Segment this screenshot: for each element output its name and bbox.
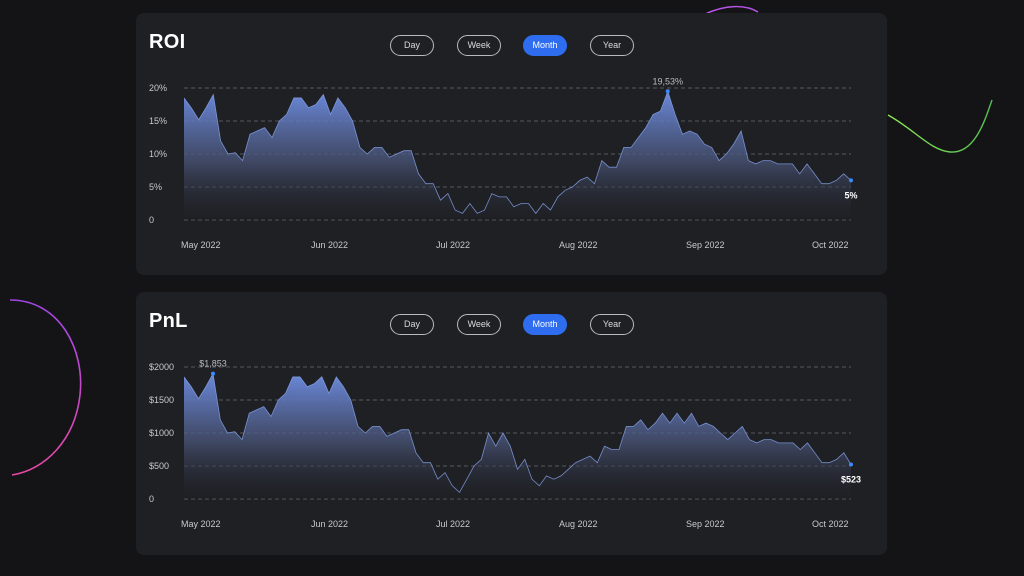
roi-y-tick-label: 15%: [149, 116, 167, 126]
roi-card: ROI Day Week Month Year 0 5% 10% 15% 20% May …: [136, 13, 887, 275]
decor-arc-left: [9, 299, 82, 476]
roi-peak-label: 19,53%: [652, 76, 683, 86]
pnl-y-tick-label: $2000: [149, 362, 174, 372]
roi-area-chart[interactable]: 0 5% 10% 15% 20% May 2022 Jun 2022 Jul 2022 Aug …: [136, 13, 887, 275]
pnl-peak-marker: [211, 371, 215, 376]
pnl-card: PnL Day Week Month Year 0 $500 $1000 $1500 $…: [136, 292, 887, 555]
roi-x-tick-label: Jun 2022: [311, 240, 348, 250]
roi-peak-marker: [665, 89, 670, 94]
decor-wave-right: [887, 99, 993, 153]
roi-x-tick-label: Sep 2022: [686, 240, 725, 250]
pnl-x-tick-label: Sep 2022: [686, 519, 725, 529]
pnl-peak-label: $1,853: [199, 359, 227, 369]
pnl-area: [184, 373, 851, 499]
roi-x-tick-label: May 2022: [181, 240, 221, 250]
roi-x-tick-label: Aug 2022: [559, 240, 598, 250]
pnl-y-tick-label: $500: [149, 461, 169, 471]
pnl-x-tick-label: Aug 2022: [559, 519, 598, 529]
roi-end-marker: [849, 178, 853, 183]
pnl-area-chart[interactable]: 0 $500 $1000 $1500 $2000 May 2022 Jun 2022 Jul …: [136, 292, 887, 555]
roi-y-tick-label: 20%: [149, 83, 167, 93]
roi-y-tick-label: 10%: [149, 149, 167, 159]
pnl-x-tick-label: Jun 2022: [311, 519, 348, 529]
roi-area: [184, 91, 851, 220]
roi-x-tick-label: Oct 2022: [812, 240, 849, 250]
pnl-end-marker: [849, 462, 853, 467]
pnl-end-label: $523: [841, 474, 861, 484]
pnl-x-tick-label: May 2022: [181, 519, 221, 529]
pnl-x-tick-label: Jul 2022: [436, 519, 470, 529]
roi-x-tick-label: Jul 2022: [436, 240, 470, 250]
roi-end-label: 5%: [844, 190, 857, 200]
pnl-x-tick-label: Oct 2022: [812, 519, 849, 529]
pnl-y-tick-label: $1500: [149, 395, 174, 405]
roi-y-tick-label: 5%: [149, 182, 162, 192]
pnl-y-tick-label: 0: [149, 494, 154, 504]
roi-y-tick-label: 0: [149, 215, 154, 225]
pnl-y-tick-label: $1000: [149, 428, 174, 438]
